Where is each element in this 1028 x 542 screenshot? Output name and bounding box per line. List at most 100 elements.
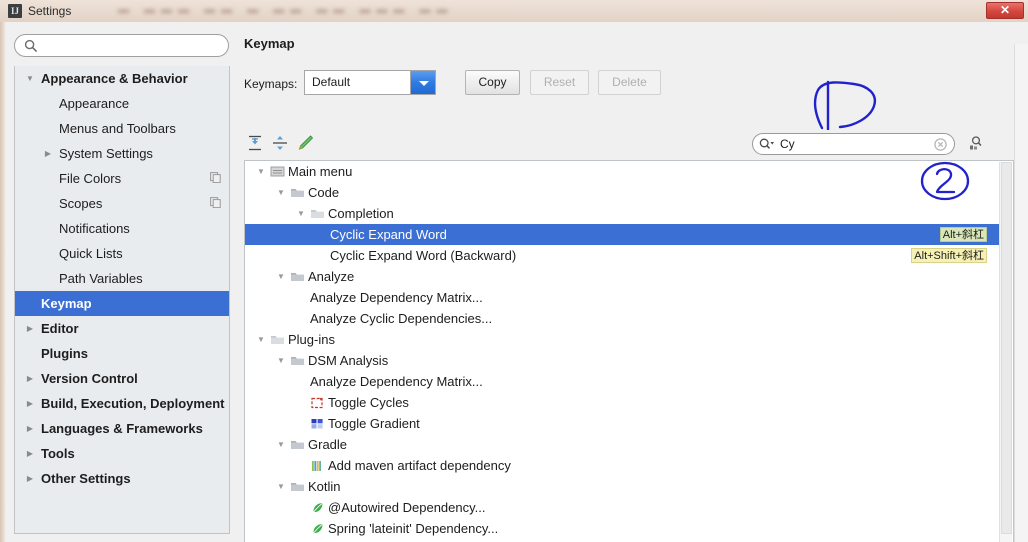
keymap-tree-row[interactable]: Toggle Cycles bbox=[245, 392, 1001, 413]
keymap-action-label: Toggle Cycles bbox=[328, 395, 409, 410]
keymap-tree-row[interactable]: Analyze Dependency Matrix... bbox=[245, 287, 1001, 308]
chevron-down-icon[interactable] bbox=[410, 71, 435, 94]
keymap-tree-row[interactable]: ▼ Kotlin bbox=[245, 476, 1001, 497]
toggle-cycles-icon bbox=[311, 397, 323, 409]
copy-settings-icon[interactable] bbox=[210, 197, 221, 208]
sidebar-item-file-colors[interactable]: File Colors bbox=[15, 166, 229, 191]
window-title: Settings bbox=[28, 4, 72, 18]
chevron-right-icon[interactable]: ▶ bbox=[23, 466, 37, 491]
gradle-bars-icon bbox=[312, 461, 321, 471]
folder-gray-icon bbox=[290, 185, 305, 200]
sidebar-item-plugins[interactable]: Plugins bbox=[15, 341, 229, 366]
sidebar-item-label: Notifications bbox=[59, 221, 130, 236]
chevron-right-icon[interactable]: ▶ bbox=[23, 316, 37, 341]
copy-settings-icon[interactable] bbox=[210, 172, 221, 183]
keymap-shortcut-badge: Alt+斜杠 bbox=[939, 227, 987, 242]
keymap-tree-row[interactable]: @Autowired Dependency... bbox=[245, 497, 1001, 518]
search-icon bbox=[24, 39, 38, 53]
chevron-right-icon[interactable]: ▶ bbox=[41, 141, 55, 166]
keymap-tree-scrollbar[interactable] bbox=[999, 162, 1012, 542]
chevron-right-icon[interactable]: ▶ bbox=[23, 366, 37, 391]
sidebar-item-quick-lists[interactable]: Quick Lists bbox=[15, 241, 229, 266]
keymap-action-label: Completion bbox=[328, 206, 394, 221]
dialog-scrollbar[interactable] bbox=[1014, 44, 1028, 542]
collapse-all-icon[interactable] bbox=[269, 132, 291, 154]
chevron-down-icon[interactable]: ▼ bbox=[274, 434, 288, 455]
folder-icon bbox=[291, 189, 304, 197]
clear-icon[interactable] bbox=[934, 138, 947, 151]
sidebar-item-appearance-behavior[interactable]: ▼ Appearance & Behavior bbox=[15, 66, 229, 91]
sidebar-search-input[interactable] bbox=[14, 34, 229, 57]
chevron-down-icon[interactable]: ▼ bbox=[274, 476, 288, 497]
keymap-tree-row[interactable]: ▼ Main menu bbox=[245, 161, 1001, 182]
filter-value: Cy bbox=[780, 137, 795, 151]
copy-keymap-button[interactable]: Copy bbox=[465, 70, 520, 95]
chevron-down-icon[interactable]: ▼ bbox=[23, 66, 37, 91]
keymap-tree-row[interactable]: ▼ Completion bbox=[245, 203, 1001, 224]
sidebar-item-appearance[interactable]: Appearance bbox=[15, 91, 229, 116]
sidebar-item-version-control[interactable]: ▶ Version Control bbox=[15, 366, 229, 391]
keymap-tree-row[interactable]: Toggle Gradient bbox=[245, 413, 1001, 434]
sidebar-item-label: Plugins bbox=[41, 346, 88, 361]
keymap-select[interactable]: Default bbox=[304, 70, 436, 95]
chevron-right-icon[interactable]: ▶ bbox=[23, 391, 37, 416]
sidebar-tree[interactable]: ▼ Appearance & Behavior Appearance Menus an… bbox=[14, 66, 230, 534]
chevron-down-icon[interactable]: ▼ bbox=[274, 182, 288, 203]
edit-shortcut-icon[interactable] bbox=[294, 132, 316, 154]
keymap-tree-row[interactable]: Analyze Cyclic Dependencies... bbox=[245, 308, 1001, 329]
chevron-right-icon[interactable]: ▶ bbox=[23, 416, 37, 441]
keymap-tree-row[interactable]: Add maven artifact dependency bbox=[245, 455, 1001, 476]
sidebar-item-label: Path Variables bbox=[59, 271, 143, 286]
sidebar-item-build-execution-deployment[interactable]: ▶ Build, Execution, Deployment bbox=[15, 391, 229, 416]
keymap-tree-row[interactable]: Cyclic Expand Word (Backward) Alt+Shift+斜… bbox=[245, 245, 1001, 266]
chevron-down-icon[interactable]: ▼ bbox=[274, 266, 288, 287]
keymap-tree-row[interactable]: ▼ Plug-ins bbox=[245, 329, 1001, 350]
chevron-down-icon[interactable]: ▼ bbox=[274, 350, 288, 371]
keymap-action-label: Spring 'lateinit' Dependency... bbox=[328, 521, 499, 536]
sidebar-item-label: Appearance & Behavior bbox=[41, 71, 188, 86]
sidebar-item-path-variables[interactable]: Path Variables bbox=[15, 266, 229, 291]
keymap-tree[interactable]: ▼ Main menu ▼ Code ▼ Completion Cyclic Expand … bbox=[244, 160, 1014, 542]
close-window-button[interactable]: ✕ bbox=[986, 2, 1024, 19]
folder-icon bbox=[291, 483, 304, 491]
sidebar-item-label: Build, Execution, Deployment bbox=[41, 396, 225, 411]
sidebar-item-system-settings[interactable]: ▶ System Settings bbox=[15, 141, 229, 166]
keymap-action-label: Analyze bbox=[308, 269, 355, 284]
chevron-down-icon[interactable]: ▼ bbox=[254, 329, 268, 350]
sidebar-item-languages-frameworks[interactable]: ▶ Languages & Frameworks bbox=[15, 416, 229, 441]
keymap-tree-row[interactable]: Cyclic Expand Word Alt+斜杠 bbox=[245, 224, 1001, 245]
sidebar-item-editor[interactable]: ▶ Editor bbox=[15, 316, 229, 341]
shortcut-filter-input[interactable]: Cy bbox=[752, 133, 955, 155]
chevron-down-icon[interactable]: ▼ bbox=[294, 203, 308, 224]
keymap-tree-row[interactable]: Spring 'lateinit' Dependency... bbox=[245, 518, 1001, 539]
main-menu-icon bbox=[270, 164, 285, 179]
sidebar-item-keymap[interactable]: Keymap bbox=[15, 291, 229, 316]
keymap-shortcut-badge: Alt+Shift+斜杠 bbox=[911, 248, 987, 263]
keymap-tree-row[interactable]: ▼ DSM Analysis bbox=[245, 350, 1001, 371]
keymap-action-label: DSM Analysis bbox=[308, 353, 389, 368]
chevron-right-icon[interactable]: ▶ bbox=[23, 441, 37, 466]
keymap-tree-row[interactable]: ▼ Gradle bbox=[245, 434, 1001, 455]
folder-icon bbox=[311, 210, 324, 218]
keymap-tree-row[interactable]: ▼ Code bbox=[245, 182, 1001, 203]
keymap-tree-row[interactable]: Analyze Dependency Matrix... bbox=[245, 371, 1001, 392]
sidebar-item-menus-and-toolbars[interactable]: Menus and Toolbars bbox=[15, 116, 229, 141]
expand-all-icon[interactable] bbox=[244, 132, 266, 154]
sidebar-item-scopes[interactable]: Scopes bbox=[15, 191, 229, 216]
sidebar-item-tools[interactable]: ▶ Tools bbox=[15, 441, 229, 466]
keymap-action-label: Cyclic Expand Word (Backward) bbox=[330, 248, 517, 263]
find-by-shortcut-icon[interactable] bbox=[967, 134, 985, 152]
keymap-action-label: Gradle bbox=[308, 437, 348, 452]
keymap-action-label: @Autowired Dependency... bbox=[328, 500, 486, 515]
chevron-down-icon[interactable]: ▼ bbox=[254, 161, 268, 182]
delete-keymap-button: Delete bbox=[598, 70, 661, 95]
scrollbar-thumb[interactable] bbox=[1001, 162, 1012, 534]
sidebar-item-notifications[interactable]: Notifications bbox=[15, 216, 229, 241]
page-title: Keymap bbox=[244, 36, 295, 51]
sidebar-item-other-settings[interactable]: ▶ Other Settings bbox=[15, 466, 229, 491]
keymap-action-label: Toggle Gradient bbox=[328, 416, 420, 431]
sidebar-item-label: Editor bbox=[41, 321, 79, 336]
spring-leaf-icon bbox=[313, 502, 323, 513]
keymap-tree-row[interactable]: ▼ Analyze bbox=[245, 266, 1001, 287]
toggle-gradient-icon bbox=[311, 419, 323, 429]
